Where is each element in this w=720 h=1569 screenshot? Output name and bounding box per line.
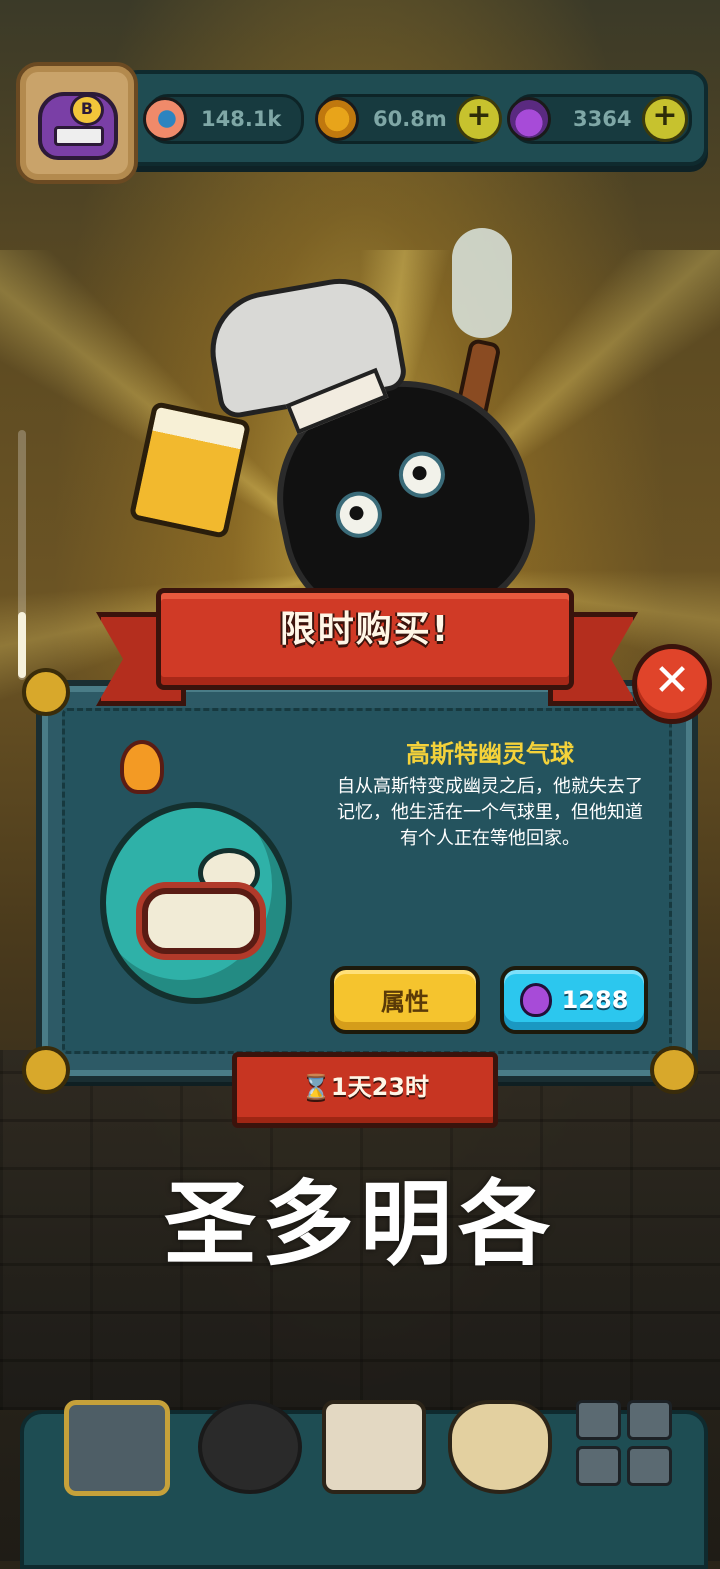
corner-ornament	[22, 668, 70, 716]
offer-timer: ⌛1天23时	[232, 1052, 498, 1128]
add-potions-button[interactable]: +	[642, 96, 688, 142]
attributes-button[interactable]: 属性	[330, 966, 480, 1034]
price-label: 1288	[561, 986, 629, 1014]
monster-eye-right	[394, 447, 450, 502]
nav-monster-button[interactable]	[198, 1400, 302, 1494]
potions-value: 3364	[573, 107, 632, 131]
item-description: 自从高斯特变成幽灵之后，他就失去了记忆，他生活在一个气球里，但他知道有个人正在等…	[337, 776, 643, 849]
potion-icon	[507, 97, 551, 141]
grid-cell	[576, 1446, 621, 1486]
subtitle-caption: 圣多明各	[163, 1171, 556, 1278]
corner-ornament	[650, 1046, 698, 1094]
buy-button[interactable]: 1288	[500, 966, 648, 1034]
ghost-balloon-art	[100, 802, 292, 1004]
ghost-mouth-art	[142, 888, 260, 954]
close-icon: ✕	[653, 655, 691, 706]
smoke-art	[452, 228, 512, 338]
add-coins-button[interactable]: +	[456, 96, 502, 142]
eye-icon	[143, 97, 187, 141]
grid-cell	[576, 1400, 621, 1440]
grid-cell	[627, 1446, 672, 1486]
nav-grid-button[interactable]	[576, 1400, 672, 1486]
timer-label: ⌛1天23时	[301, 1073, 429, 1101]
corner-ornament	[22, 1046, 70, 1094]
crown-icon: B	[70, 94, 104, 126]
coin-icon	[315, 97, 359, 141]
potion-icon	[519, 983, 552, 1017]
grid-cell	[627, 1400, 672, 1440]
nav-building-button[interactable]	[64, 1400, 170, 1496]
eyes-counter: 148.1k	[143, 94, 304, 144]
teeth-icon	[54, 126, 104, 146]
eyes-value: 148.1k	[201, 107, 282, 131]
close-button[interactable]: ✕	[632, 644, 712, 724]
nav-book-button[interactable]	[322, 1400, 426, 1494]
side-scroll-thumb[interactable]	[18, 612, 26, 678]
monster-eye-left	[331, 487, 387, 542]
item-name: 高斯特幽灵气球	[406, 740, 574, 768]
coins-value: 60.8m	[373, 107, 447, 131]
avatar-monster-icon: B	[38, 92, 118, 160]
nav-bag-button[interactable]	[448, 1400, 552, 1494]
player-avatar[interactable]: B	[16, 62, 138, 184]
flame-art	[120, 740, 164, 794]
offer-title: 限时购买!	[279, 609, 451, 650]
